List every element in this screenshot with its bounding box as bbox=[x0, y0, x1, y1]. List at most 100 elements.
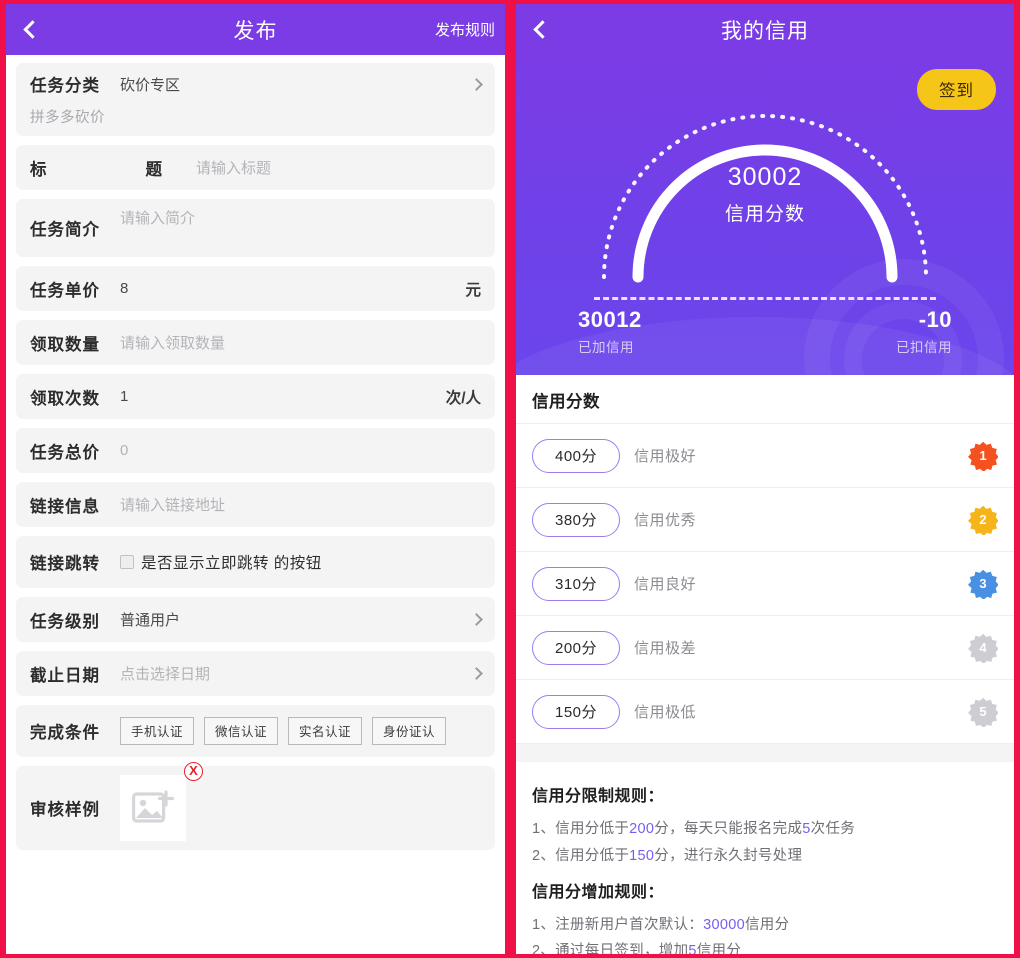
form-row-deadline[interactable]: 截止日期 点击选择日期 bbox=[16, 651, 495, 696]
form-row-title[interactable]: 标 题 请输入标题 bbox=[16, 145, 495, 190]
condition-tag[interactable]: 实名认证 bbox=[288, 717, 362, 745]
row-label: 任务单价 bbox=[30, 277, 108, 301]
credit-rules: 信用分限制规则： 1、信用分低于200分，每天只能报名完成5次任务 2、信用分低… bbox=[516, 762, 1014, 954]
rule-text: 2、信用分低于 bbox=[532, 848, 629, 864]
rules-heading-increase: 信用分增加规则： bbox=[532, 878, 998, 902]
rule-text: 1、信用分低于 bbox=[532, 821, 629, 837]
form-row-summary[interactable]: 任务简介 请输入简介 bbox=[16, 199, 495, 257]
row-label: 截止日期 bbox=[30, 662, 108, 686]
credit-level-desc: 信用极差 bbox=[634, 637, 696, 658]
row-subvalue: 拼多多砍价 bbox=[30, 106, 481, 127]
title-input[interactable]: 请输入标题 bbox=[196, 157, 481, 178]
claim-quantity-input[interactable]: 请输入领取数量 bbox=[120, 332, 481, 353]
list-item[interactable]: 310分 信用良好 3 bbox=[516, 552, 1014, 616]
credit-level-desc: 信用极好 bbox=[634, 445, 696, 466]
remove-image-icon[interactable]: X bbox=[184, 762, 203, 781]
chevron-left-icon bbox=[533, 20, 551, 38]
stat-caption: 已扣信用 bbox=[765, 336, 952, 356]
condition-tag[interactable]: 身份证认 bbox=[372, 717, 446, 745]
total-price-value: 0 bbox=[120, 442, 481, 459]
rank-badge-5: 5 bbox=[968, 697, 998, 727]
link-input[interactable]: 请输入链接地址 bbox=[120, 494, 481, 515]
claim-times-input[interactable]: 1 bbox=[120, 388, 446, 405]
section-gap bbox=[516, 744, 1014, 762]
row-label: 链接跳转 bbox=[30, 550, 108, 574]
page-title: 发布 bbox=[6, 15, 505, 45]
rule-highlight: 5 bbox=[802, 821, 810, 837]
rule-highlight: 5 bbox=[688, 943, 696, 954]
rules-heading-limit: 信用分限制规则： bbox=[532, 782, 998, 806]
credit-gauge: 30002 信用分数 bbox=[590, 63, 940, 293]
rule-item: 2、信用分低于150分，进行永久封号处理 bbox=[532, 843, 998, 870]
rule-item: 1、信用分低于200分，每天只能报名完成5次任务 bbox=[532, 816, 998, 843]
rank-badge-3: 3 bbox=[968, 569, 998, 599]
credit-score-value: 30002 bbox=[590, 163, 940, 192]
rank-badge-4: 4 bbox=[968, 633, 998, 663]
form-row-claim-times[interactable]: 领取次数 1 次/人 bbox=[16, 374, 495, 419]
row-value: 砍价专区 bbox=[120, 74, 472, 95]
rule-text: 次任务 bbox=[811, 821, 855, 837]
chevron-right-icon bbox=[470, 667, 483, 680]
stat-caption: 已加信用 bbox=[578, 336, 765, 356]
stat-value: -10 bbox=[765, 307, 952, 333]
back-button[interactable] bbox=[516, 4, 564, 55]
image-add-icon bbox=[132, 789, 174, 827]
list-item[interactable]: 150分 信用极低 5 bbox=[516, 680, 1014, 744]
checkbox-label: 是否显示立即跳转 的按钮 bbox=[141, 551, 322, 573]
form-row-link-jump[interactable]: 链接跳转 是否显示立即跳转 的按钮 bbox=[16, 536, 495, 588]
rank-number: 5 bbox=[968, 697, 998, 727]
credit-level-list: 400分 信用极好 1 380分 信用优秀 2 bbox=[516, 423, 1014, 744]
credit-score-pill: 200分 bbox=[532, 631, 620, 665]
credit-list-title: 信用分数 bbox=[516, 375, 1014, 423]
stat-deducted: -10 已扣信用 bbox=[765, 307, 952, 356]
row-label: 任务级别 bbox=[30, 608, 108, 632]
summary-input[interactable]: 请输入简介 bbox=[120, 207, 481, 228]
row-label: 任务总价 bbox=[30, 439, 108, 463]
form-row-total-price: 任务总价 0 bbox=[16, 428, 495, 473]
rank-badge-1: 1 bbox=[968, 441, 998, 471]
rule-text: 分，进行永久封号处理 bbox=[654, 848, 802, 864]
link-jump-checkbox-wrap[interactable]: 是否显示立即跳转 的按钮 bbox=[120, 551, 322, 573]
rank-number: 4 bbox=[968, 633, 998, 663]
rank-number: 1 bbox=[968, 441, 998, 471]
form-row-link[interactable]: 链接信息 请输入链接地址 bbox=[16, 482, 495, 527]
checkbox-icon[interactable] bbox=[120, 555, 134, 569]
publish-rules-link[interactable]: 发布规则 bbox=[435, 19, 495, 40]
rule-text: 分，每天只能报名完成 bbox=[654, 821, 802, 837]
page-title: 我的信用 bbox=[516, 15, 1014, 45]
rule-highlight: 30000 bbox=[703, 917, 745, 933]
form-row-task-level[interactable]: 任务级别 普通用户 bbox=[16, 597, 495, 642]
dual-screenshot-frame: 发布 发布规则 任务分类 砍价专区 拼多多砍价 标 题 请输入标题 任务简介 bbox=[0, 0, 1020, 958]
hero-divider bbox=[594, 297, 936, 300]
condition-tag[interactable]: 微信认证 bbox=[204, 717, 278, 745]
publish-form: 任务分类 砍价专区 拼多多砍价 标 题 请输入标题 任务简介 请输入简介 任务单… bbox=[6, 55, 505, 954]
row-label: 完成条件 bbox=[30, 719, 108, 743]
rule-text: 2、通过每日签到，增加 bbox=[532, 943, 688, 954]
row-label: 链接信息 bbox=[30, 493, 108, 517]
rank-number: 2 bbox=[968, 505, 998, 535]
credit-level-desc: 信用优秀 bbox=[634, 509, 696, 530]
rule-highlight: 150 bbox=[629, 848, 654, 864]
rank-badge-2: 2 bbox=[968, 505, 998, 535]
list-item[interactable]: 380分 信用优秀 2 bbox=[516, 488, 1014, 552]
credit-score-pill: 310分 bbox=[532, 567, 620, 601]
condition-tag[interactable]: 手机认证 bbox=[120, 717, 194, 745]
row-label: 标 题 bbox=[30, 156, 184, 180]
credit-level-desc: 信用良好 bbox=[634, 573, 696, 594]
form-row-task-category[interactable]: 任务分类 砍价专区 拼多多砍价 bbox=[16, 63, 495, 136]
image-upload-button[interactable]: X bbox=[120, 775, 186, 841]
back-button[interactable] bbox=[6, 4, 54, 55]
sign-in-button[interactable]: 签到 bbox=[917, 69, 996, 110]
form-row-claim-quantity[interactable]: 领取数量 请输入领取数量 bbox=[16, 320, 495, 365]
form-row-unit-price[interactable]: 任务单价 8 元 bbox=[16, 266, 495, 311]
rule-highlight: 200 bbox=[629, 821, 654, 837]
list-item[interactable]: 200分 信用极差 4 bbox=[516, 616, 1014, 680]
condition-tag-list: 手机认证 微信认证 实名认证 身份证认 bbox=[120, 717, 446, 745]
unit-price-input[interactable]: 8 bbox=[120, 280, 465, 297]
credit-hero: 30002 信用分数 签到 30012 已加信用 -10 已扣信用 bbox=[516, 55, 1014, 375]
stat-added: 30012 已加信用 bbox=[578, 307, 765, 356]
stat-value: 30012 bbox=[578, 307, 765, 333]
list-item[interactable]: 400分 信用极好 1 bbox=[516, 424, 1014, 488]
left-appbar: 发布 发布规则 bbox=[6, 4, 505, 55]
deadline-value: 点击选择日期 bbox=[120, 663, 472, 684]
